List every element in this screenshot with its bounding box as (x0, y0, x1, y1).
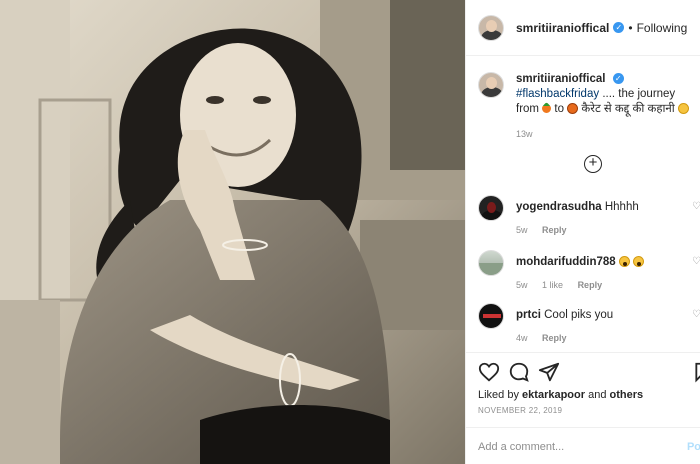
share-icon[interactable] (538, 361, 560, 383)
post-photo-illustration (0, 0, 465, 464)
comment-timestamp[interactable]: 5w (516, 225, 528, 235)
comment-input[interactable]: Add a comment... (478, 441, 564, 453)
screaming-emoji-icon (633, 256, 645, 268)
post-comment-button[interactable]: Po (687, 441, 700, 453)
likes-and: and (588, 389, 607, 401)
comment-item: mohdarifuddin788 5w 1 like Reply ♡ (478, 250, 700, 290)
comment-like-heart-icon[interactable]: ♡ (692, 201, 700, 212)
reply-button[interactable]: Reply (578, 280, 603, 290)
commenter-avatar[interactable] (478, 250, 504, 276)
post-header: smritiiranioffical ✓ • Following (466, 0, 700, 56)
post-actions-bar (466, 352, 700, 383)
comment-username[interactable]: yogendrasudha (516, 201, 602, 213)
comment-timestamp[interactable]: 5w (516, 280, 528, 290)
reply-button[interactable]: Reply (542, 225, 567, 235)
heart-icon[interactable] (478, 361, 500, 383)
comment-icon[interactable] (508, 361, 530, 383)
comment-like-count[interactable]: 1 like (542, 280, 563, 290)
comment-timestamp[interactable]: 4w (516, 333, 528, 343)
liked-by-user[interactable]: ektarkapoor (522, 389, 585, 401)
commenter-avatar[interactable] (478, 303, 504, 329)
commenter-avatar[interactable] (478, 195, 504, 221)
comment-text: Cool piks you (544, 309, 614, 321)
laughing-emoji-icon (677, 103, 689, 115)
comment-username[interactable]: mohdarifuddin788 (516, 256, 616, 268)
post-side-panel: smritiiranioffical ✓ • Following smritii… (465, 0, 700, 464)
follow-button[interactable]: Following (637, 21, 688, 35)
comment-username[interactable]: prtci (516, 309, 541, 321)
verified-badge-icon: ✓ (613, 22, 625, 33)
comment-like-heart-icon[interactable]: ♡ (692, 309, 700, 320)
likes-others-link[interactable]: others (610, 389, 644, 401)
plus-circle-icon[interactable]: + (584, 155, 602, 173)
pumpkin-icon (567, 103, 579, 115)
post-caption: smritiiranioffical ✓ #flashbackfriday ..… (478, 72, 693, 139)
carrot-icon (540, 102, 554, 116)
caption-text-part2: to (554, 103, 564, 115)
caption-username[interactable]: smritiiranioffical (516, 73, 605, 85)
author-avatar[interactable] (478, 14, 504, 41)
post-date[interactable]: NOVEMBER 22, 2019 (478, 406, 562, 415)
comment-item: yogendrasudha Hhhhh 5w Reply ♡ (478, 195, 700, 235)
author-username[interactable]: smritiiranioffical (516, 21, 609, 35)
hashtag-link[interactable]: #flashbackfriday (516, 88, 599, 100)
reply-button[interactable]: Reply (542, 333, 567, 343)
comment-item: prtci Cool piks you 4w Reply ♡ (478, 303, 700, 343)
bookmark-icon[interactable] (694, 361, 700, 383)
comment-text: Hhhhh (604, 201, 639, 213)
comments-section[interactable]: smritiiranioffical ✓ #flashbackfriday ..… (466, 56, 700, 352)
likes-prefix: Liked by (478, 389, 519, 401)
screaming-emoji-icon (618, 256, 630, 268)
header-separator: • (628, 20, 633, 35)
caption-text-part3: कैरेट से कद्दू की कहानी (581, 103, 675, 115)
comment-like-heart-icon[interactable]: ♡ (692, 256, 700, 267)
caption-timestamp[interactable]: 13w (516, 129, 693, 139)
likes-summary: Liked by ektarkapoor and others (478, 389, 643, 401)
verified-badge-icon: ✓ (612, 73, 624, 85)
add-comment-bar: Add a comment... Po (466, 427, 700, 464)
caption-avatar[interactable] (478, 72, 504, 98)
post-photo[interactable] (0, 0, 465, 464)
